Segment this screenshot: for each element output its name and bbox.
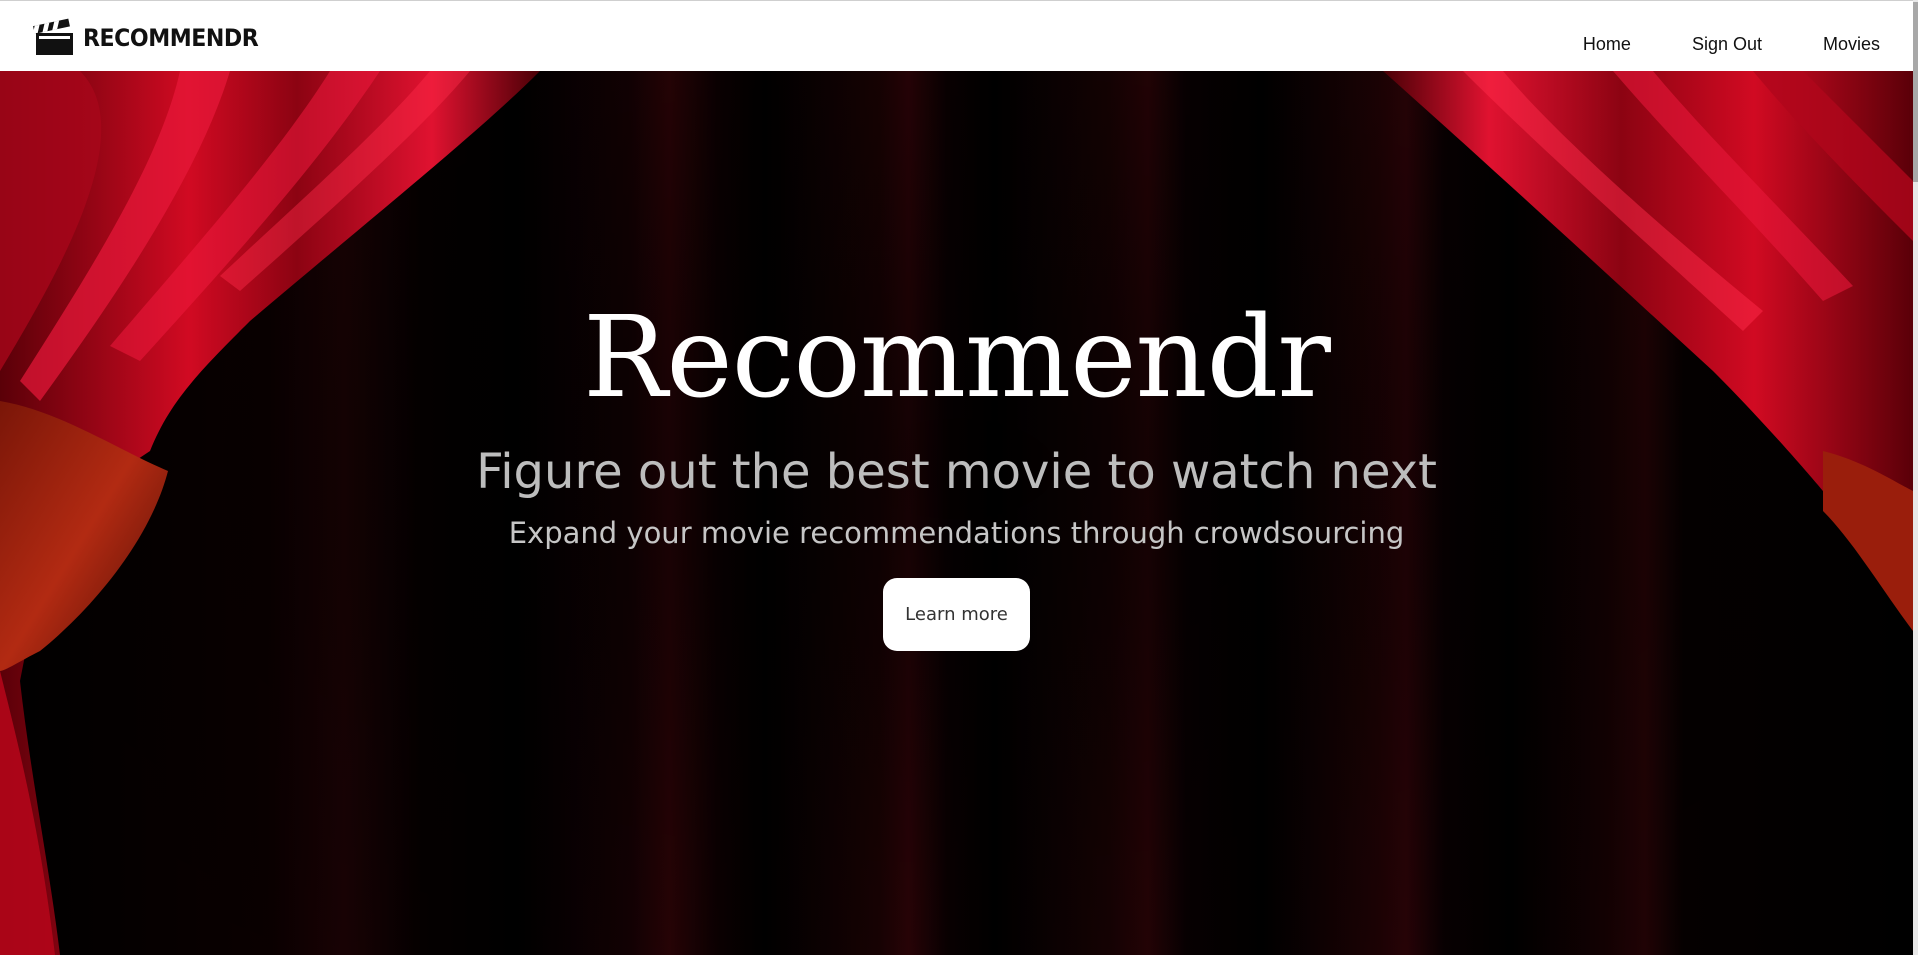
nav-link-home[interactable]: Home: [1583, 34, 1631, 55]
hero-content: Recommendr Figure out the best movie to …: [0, 71, 1913, 955]
hero-section: Recommendr Figure out the best movie to …: [0, 71, 1913, 955]
hero-subtitle: Figure out the best movie to watch next: [476, 444, 1437, 500]
nav-link-movies[interactable]: Movies: [1823, 34, 1880, 55]
clapperboard-icon: [32, 18, 73, 55]
page: RECOMMENDR Home Sign Out Movies Recommen…: [0, 0, 1918, 955]
hero-tagline: Expand your movie recommendations throug…: [508, 516, 1405, 550]
scrollbar-thumb[interactable]: [1913, 2, 1918, 182]
hero-title: Recommendr: [583, 293, 1331, 423]
learn-more-button[interactable]: Learn more: [883, 578, 1030, 651]
nav-links: Home Sign Out Movies: [1522, 1, 1880, 72]
brand-name: RECOMMENDR: [83, 24, 259, 52]
brand-logo[interactable]: RECOMMENDR: [31, 17, 274, 59]
nav-link-sign-out[interactable]: Sign Out: [1692, 34, 1762, 55]
vertical-scrollbar[interactable]: [1913, 0, 1918, 955]
navbar: RECOMMENDR Home Sign Out Movies: [0, 0, 1913, 71]
